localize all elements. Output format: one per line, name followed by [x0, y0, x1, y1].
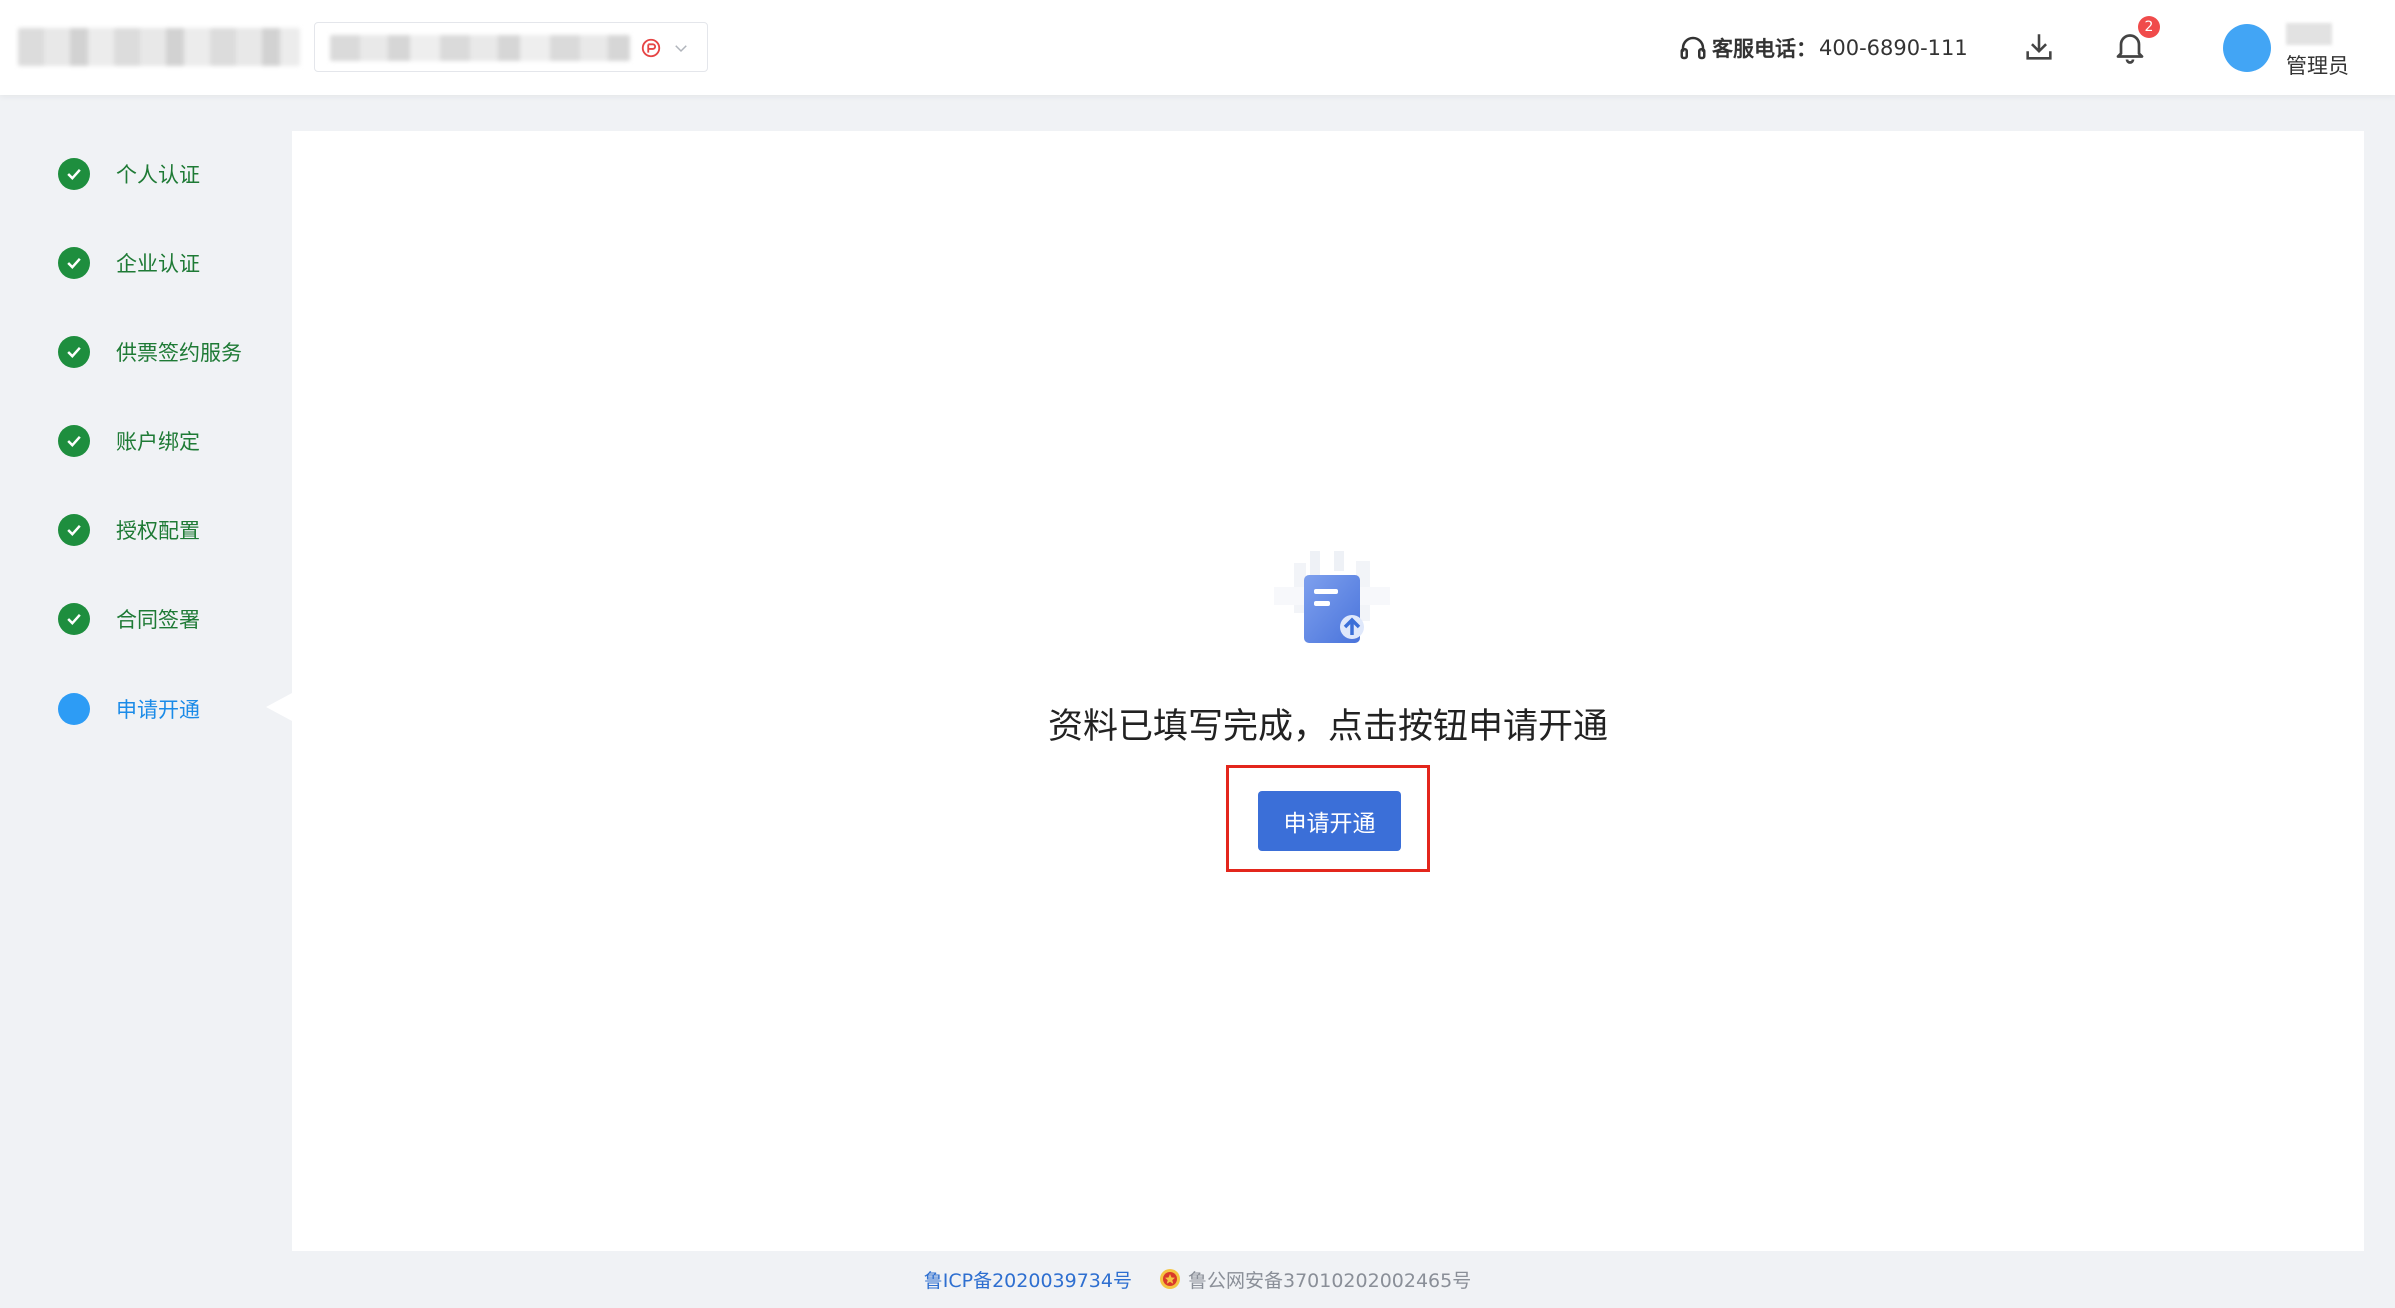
chevron-down-icon: [675, 45, 687, 53]
step-label: 个人认证: [116, 163, 200, 187]
check-icon: [58, 425, 90, 457]
avatar[interactable]: [2223, 24, 2271, 72]
step-label: 账户绑定: [116, 430, 200, 454]
step-personal-verification[interactable]: 个人认证: [58, 154, 200, 194]
step-label: 授权配置: [116, 519, 200, 543]
step-account-binding[interactable]: 账户绑定: [58, 421, 200, 461]
check-icon: [58, 514, 90, 546]
check-icon: [58, 247, 90, 279]
check-icon: [58, 603, 90, 635]
company-name-redacted: [330, 35, 630, 61]
check-icon: [58, 158, 90, 190]
hotline-number: 400-6890-111: [1819, 36, 1968, 60]
check-icon: [58, 336, 90, 368]
page: 客服电话： 400-6890-111 2 管理员 个人认证 企业认证 供票签约服…: [0, 0, 2395, 1308]
user-role: 管理员: [2286, 54, 2349, 78]
step-ticket-signing-service[interactable]: 供票签约服务: [58, 332, 242, 372]
headset-icon: [1680, 36, 1706, 60]
download-icon[interactable]: [2022, 30, 2056, 64]
main-content-card: 资料已填写完成，点击按钮申请开通 申请开通: [266, 131, 2364, 1251]
notification-badge: 2: [2138, 16, 2160, 38]
step-label: 合同签署: [116, 608, 200, 632]
step-label: 企业认证: [116, 252, 200, 276]
police-record-text: 鲁公网安备37010202002465号: [1187, 1269, 1472, 1292]
top-header: 客服电话： 400-6890-111 2 管理员: [0, 0, 2395, 95]
completion-message: 资料已填写完成，点击按钮申请开通: [1047, 707, 1608, 747]
company-switcher[interactable]: [314, 22, 708, 72]
user-name-redacted: [2286, 23, 2332, 45]
police-emblem-icon: [1159, 1269, 1180, 1289]
active-step-pointer: [266, 693, 292, 721]
customer-service-hotline: 客服电话： 400-6890-111: [1678, 30, 1968, 66]
notifications-button[interactable]: 2: [2112, 16, 2160, 68]
step-apply-activation[interactable]: 申请开通: [58, 689, 200, 729]
step-enterprise-verification[interactable]: 企业认证: [58, 243, 200, 283]
step-contract-signing[interactable]: 合同签署: [58, 599, 200, 639]
footer: 鲁ICP备2020039734号 鲁公网安备37010202002465号: [0, 1264, 2395, 1294]
apply-activation-button[interactable]: 申请开通: [1258, 791, 1401, 851]
hotline-label: 客服电话：: [1712, 37, 1817, 61]
logo-redacted: [18, 28, 300, 66]
step-label: 申请开通: [116, 698, 200, 722]
current-step-dot-icon: [58, 693, 90, 725]
switch-icon: [641, 38, 661, 58]
step-label: 供票签约服务: [116, 341, 242, 365]
icp-record-link[interactable]: 鲁ICP备2020039734号: [924, 1266, 1132, 1293]
step-authorization-config[interactable]: 授权配置: [58, 510, 200, 550]
document-upload-illustration-icon: [1274, 551, 1390, 643]
